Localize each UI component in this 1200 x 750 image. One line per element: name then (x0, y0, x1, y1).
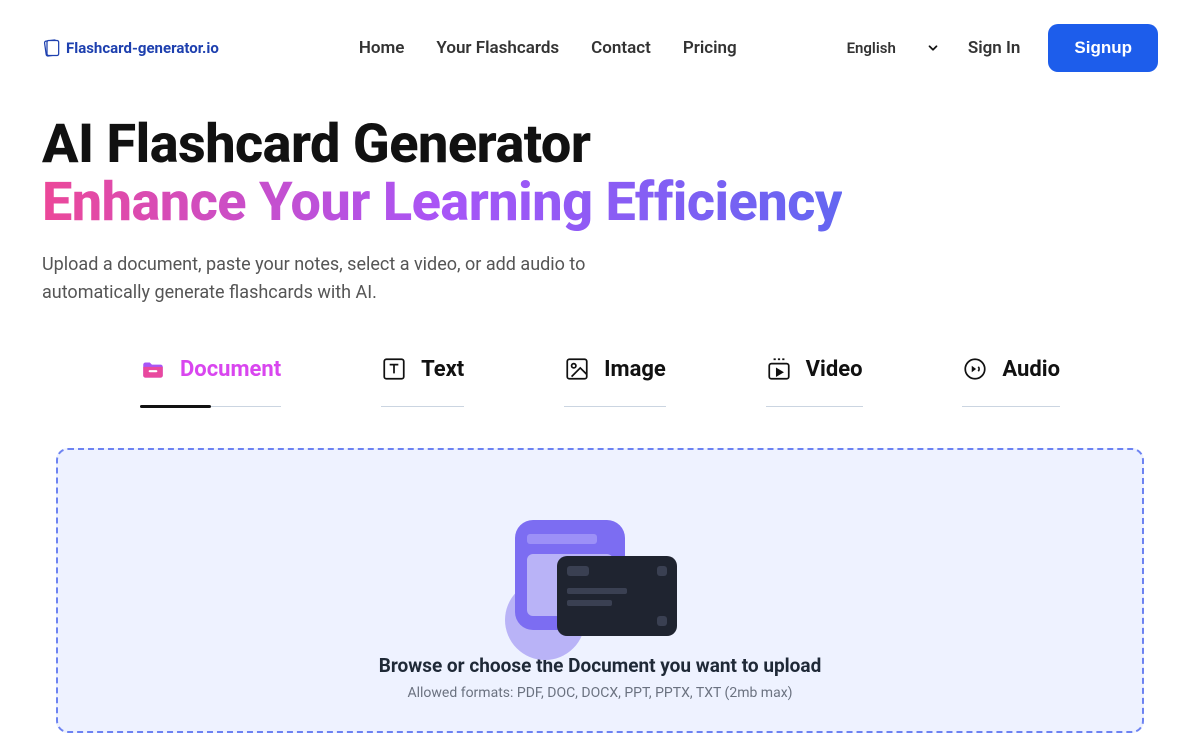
folder-icon (140, 356, 166, 382)
logo[interactable]: Flashcard-generator.io (42, 38, 219, 58)
nav-home[interactable]: Home (359, 38, 405, 58)
flashcard-icon (42, 38, 62, 58)
signup-button[interactable]: Signup (1048, 24, 1158, 72)
chevron-down-icon (926, 41, 940, 55)
tab-document-label: Document (180, 357, 281, 382)
upload-section: Browse or choose the Document you want t… (0, 408, 1200, 733)
image-icon (564, 356, 590, 382)
nav-contact[interactable]: Contact (591, 38, 651, 58)
nav-pricing[interactable]: Pricing (683, 38, 737, 58)
brand-name: Flashcard-generator.io (66, 39, 219, 57)
video-icon (766, 356, 792, 382)
upload-title: Browse or choose the Document you want t… (379, 654, 822, 677)
upload-dropzone[interactable]: Browse or choose the Document you want t… (56, 448, 1144, 733)
input-type-tabs: Document Text Image (0, 326, 1200, 408)
language-select[interactable]: English (847, 39, 940, 57)
tab-document[interactable]: Document (140, 356, 281, 408)
upload-illustration (515, 520, 685, 640)
signin-link[interactable]: Sign In (968, 38, 1021, 58)
hero: AI Flashcard Generator Enhance Your Lear… (0, 96, 1200, 326)
tab-image-label: Image (604, 357, 666, 382)
text-icon (381, 356, 407, 382)
hero-subtitle: Enhance Your Learning Efficiency (42, 171, 842, 234)
tab-video[interactable]: Video (766, 356, 863, 408)
nav-flashcards[interactable]: Your Flashcards (436, 38, 559, 58)
header-right: English Sign In Signup (847, 24, 1158, 72)
tab-text-label: Text (421, 357, 464, 382)
audio-icon (962, 356, 988, 382)
tab-video-label: Video (806, 357, 863, 382)
language-label: English (847, 39, 896, 57)
tab-text[interactable]: Text (381, 356, 464, 408)
tab-image[interactable]: Image (564, 356, 666, 408)
hero-heading: AI Flashcard Generator Enhance Your Lear… (42, 116, 1158, 233)
header: Flashcard-generator.io Home Your Flashca… (0, 0, 1200, 96)
upload-formats: Allowed formats: PDF, DOC, DOCX, PPT, PP… (407, 685, 792, 701)
tab-audio-label: Audio (1002, 357, 1060, 382)
tab-audio[interactable]: Audio (962, 356, 1060, 408)
hero-title: AI Flashcard Generator (42, 113, 590, 176)
hero-description: Upload a document, paste your notes, sel… (42, 251, 682, 307)
main-nav: Home Your Flashcards Contact Pricing (359, 38, 737, 58)
